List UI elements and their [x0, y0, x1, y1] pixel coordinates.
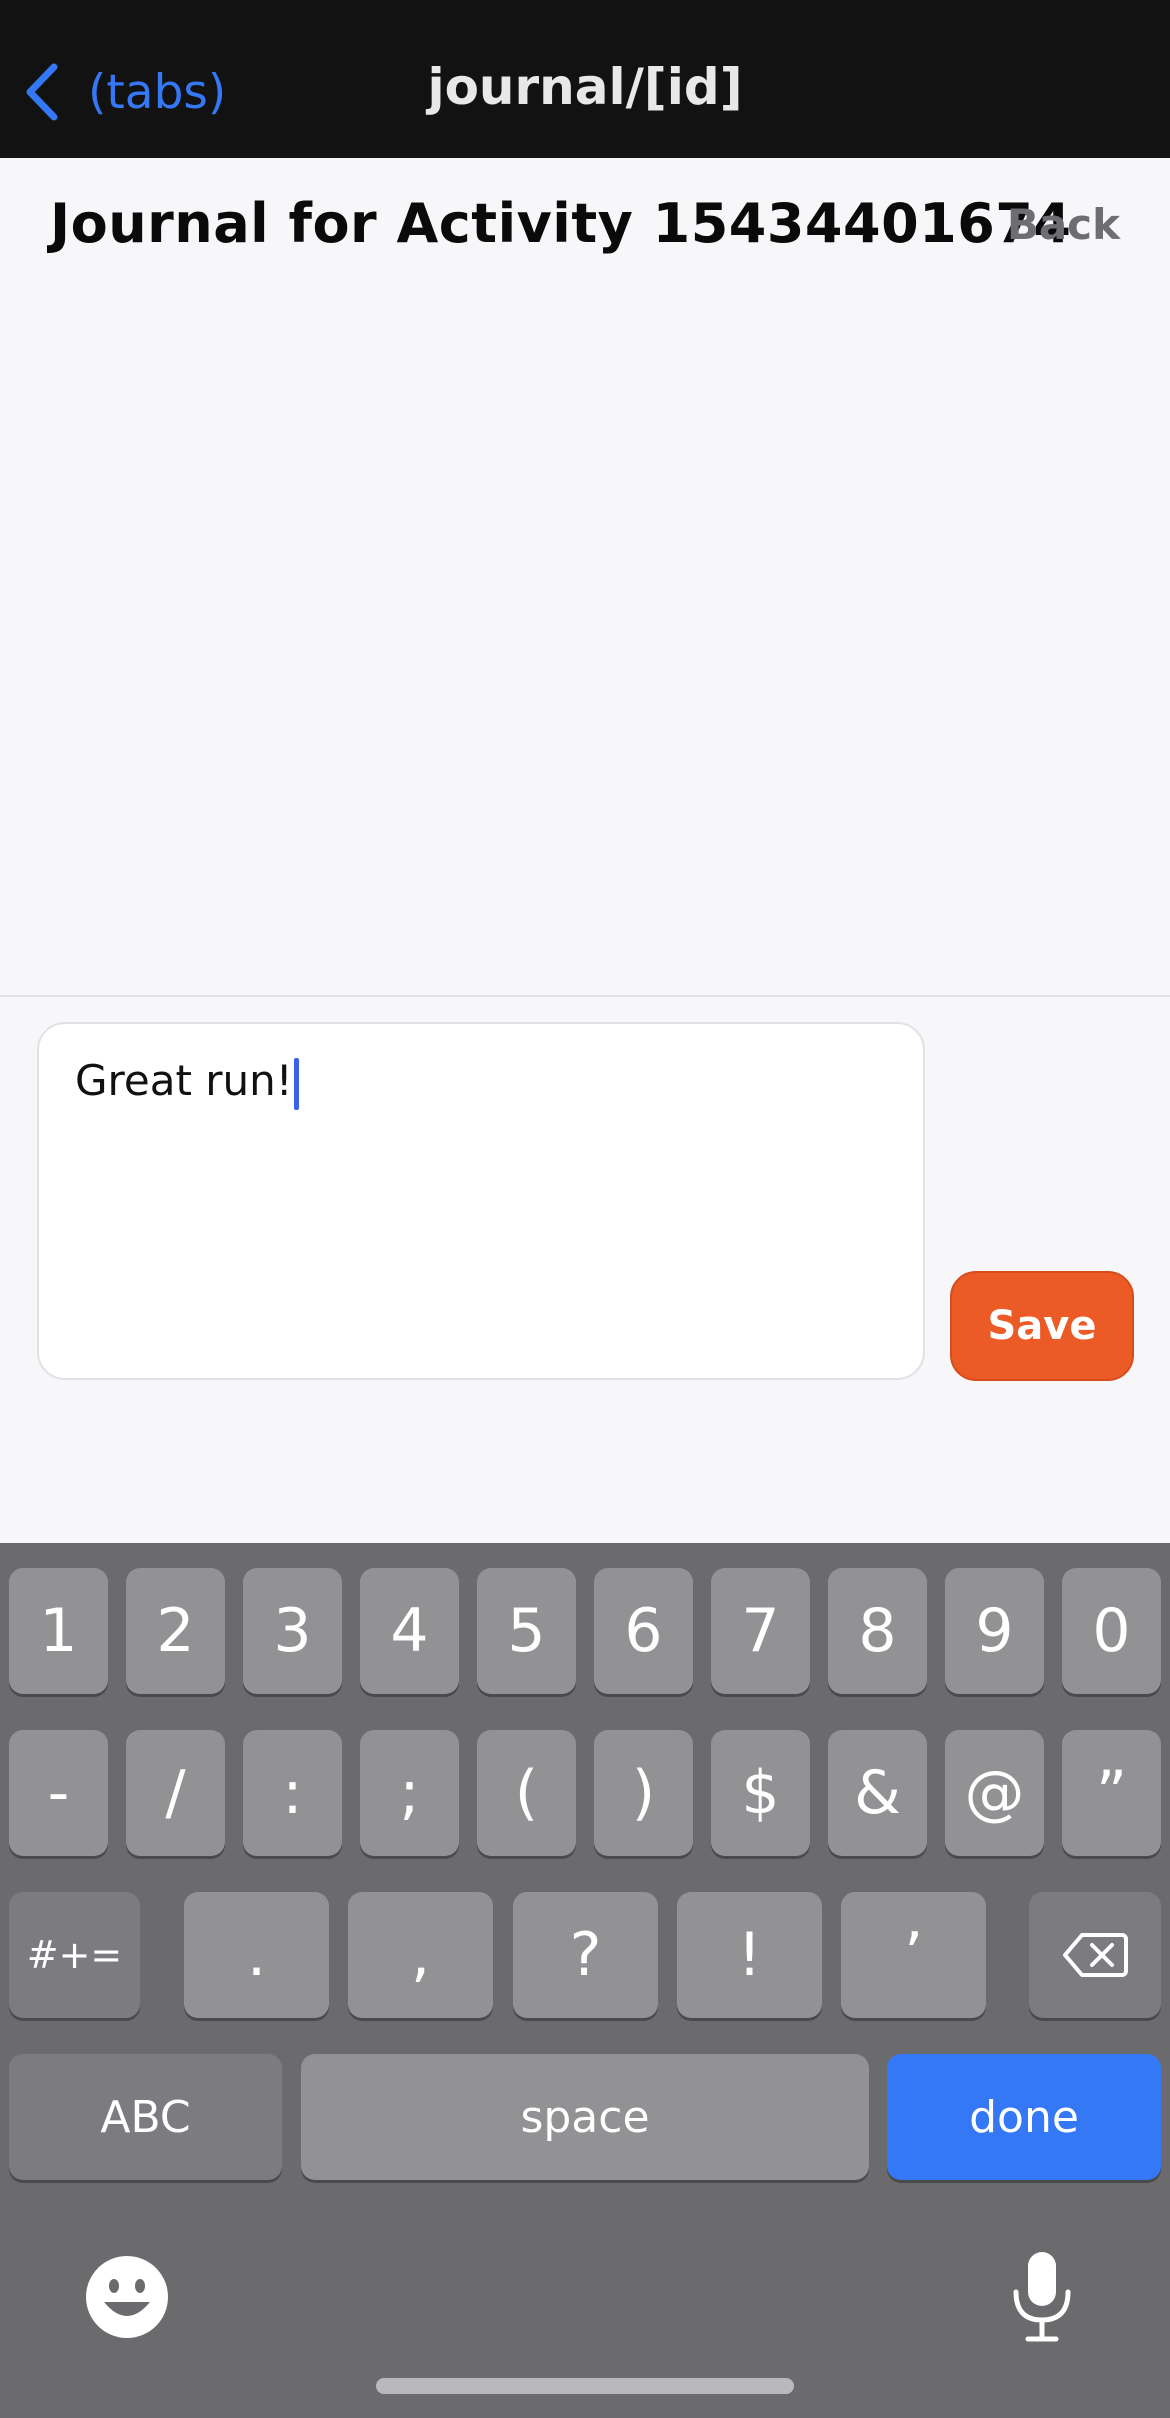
journal-input-text: Great run!	[75, 1056, 293, 1105]
home-indicator	[376, 2378, 794, 2394]
divider	[0, 995, 1170, 997]
key-apostrophe[interactable]: ’	[841, 1892, 986, 2018]
key-at[interactable]: @	[945, 1730, 1044, 1856]
key-9[interactable]: 9	[945, 1568, 1044, 1694]
key-dollar[interactable]: $	[711, 1730, 810, 1856]
key-2[interactable]: 2	[126, 1568, 225, 1694]
backspace-key[interactable]	[1029, 1892, 1161, 2018]
text-cursor	[293, 1057, 299, 1110]
done-key[interactable]: done	[887, 2054, 1161, 2180]
key-7[interactable]: 7	[711, 1568, 810, 1694]
page-title: Journal for Activity 15434401674	[50, 192, 1072, 255]
key-4[interactable]: 4	[360, 1568, 459, 1694]
key-5[interactable]: 5	[477, 1568, 576, 1694]
key-colon[interactable]: :	[243, 1730, 342, 1856]
key-close-paren[interactable]: )	[594, 1730, 693, 1856]
key-0[interactable]: 0	[1062, 1568, 1161, 1694]
microphone-icon[interactable]	[1010, 2248, 1074, 2344]
key-symbols[interactable]: #+=	[9, 1892, 140, 2018]
back-link[interactable]: Back	[1007, 200, 1120, 249]
key-period[interactable]: .	[184, 1892, 329, 2018]
key-1[interactable]: 1	[9, 1568, 108, 1694]
key-3[interactable]: 3	[243, 1568, 342, 1694]
key-open-paren[interactable]: (	[477, 1730, 576, 1856]
keyboard: 1 2 3 4 5 6 7 8 9 0 - / : ; ( ) $ & @ ” …	[0, 1543, 1170, 2418]
key-8[interactable]: 8	[828, 1568, 927, 1694]
key-ampersand[interactable]: &	[828, 1730, 927, 1856]
key-slash[interactable]: /	[126, 1730, 225, 1856]
key-abc[interactable]: ABC	[9, 2054, 282, 2180]
space-key[interactable]: space	[301, 2054, 869, 2180]
key-6[interactable]: 6	[594, 1568, 693, 1694]
backspace-icon	[1063, 1933, 1128, 1977]
save-button[interactable]: Save	[950, 1271, 1134, 1381]
key-dash[interactable]: -	[9, 1730, 108, 1856]
key-semicolon[interactable]: ;	[360, 1730, 459, 1856]
emoji-icon[interactable]	[84, 2254, 170, 2340]
key-quote[interactable]: ”	[1062, 1730, 1161, 1856]
key-exclamation[interactable]: !	[677, 1892, 822, 2018]
journal-text-input[interactable]: Great run!	[37, 1022, 925, 1380]
nav-title: journal/[id]	[427, 58, 743, 116]
key-comma[interactable]: ,	[348, 1892, 493, 2018]
key-question[interactable]: ?	[513, 1892, 658, 2018]
nav-bar: (tabs) journal/[id]	[0, 0, 1170, 158]
